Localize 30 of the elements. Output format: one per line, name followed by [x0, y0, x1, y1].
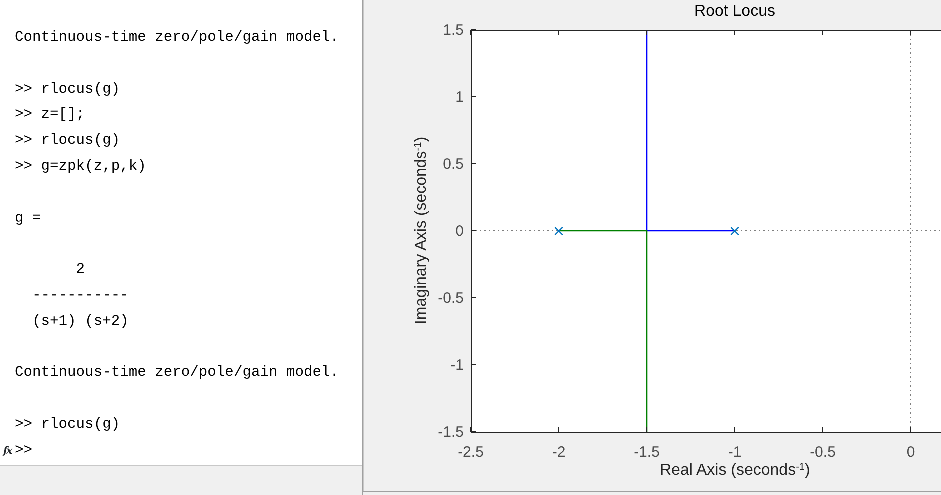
tick-label: -2.5 — [458, 444, 484, 461]
command-line: >> rlocus(g) — [15, 416, 120, 435]
output-line: Continuous-time zero/pole/gain model. — [15, 364, 340, 384]
tick-label: 0 — [906, 444, 916, 461]
tick-label: -0.5 — [810, 444, 836, 461]
tick-label: 0 — [456, 223, 464, 240]
tick-label: 1 — [456, 89, 464, 106]
chart-title: Root Locus — [694, 3, 776, 20]
command-line: >> z=[]; — [15, 106, 86, 126]
tick-label: -1.5 — [438, 424, 464, 441]
command-line: >> rlocus(g) — [15, 132, 120, 152]
output-line: g = — [15, 210, 42, 229]
tick-label: -2 — [552, 444, 566, 461]
tick-label: -0.5 — [438, 290, 464, 307]
pole-marker: × — [552, 222, 566, 240]
command-line: >> g=zpk(z,p,k) — [15, 158, 146, 177]
command-prompt[interactable]: >> — [15, 438, 33, 465]
tick-label: -1.5 — [634, 444, 660, 461]
tick-label: -1 — [450, 357, 464, 374]
output-line: 2 — [75, 261, 86, 280]
pole-marker: × — [728, 222, 742, 240]
tick-label: 0.5 — [443, 156, 464, 173]
output-line: (s+1) (s+2) — [32, 312, 129, 332]
output-line: Continuous-time zero/pole/gain model. — [15, 29, 340, 48]
x-axis-label: Real Axis (seconds$^{-1}$) — [660, 462, 810, 480]
function-browser-button[interactable]: fx — [3, 446, 12, 457]
tick-label: -1 — [728, 444, 742, 461]
tick-label: 1.5 — [443, 22, 464, 39]
command-line: >> rlocus(g) — [15, 80, 120, 100]
output-line: ----------- — [32, 286, 129, 306]
